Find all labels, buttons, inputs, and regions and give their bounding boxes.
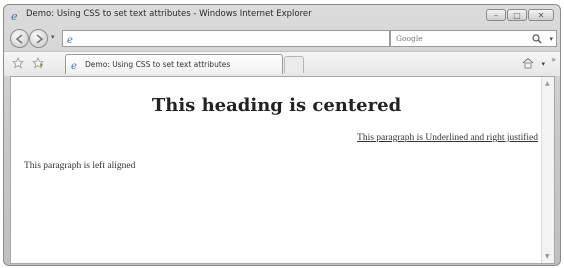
tab-bar: e Demo: Using CSS to set text attributes… bbox=[4, 51, 560, 76]
minimize-button[interactable]: – bbox=[486, 9, 506, 21]
window-title: Demo: Using CSS to set text attributes -… bbox=[26, 9, 312, 19]
home-dropdown-icon[interactable]: ▾ bbox=[541, 60, 545, 68]
search-input[interactable]: Google bbox=[396, 34, 423, 43]
favorites-star-icon[interactable] bbox=[12, 57, 24, 69]
scroll-down-arrow-icon[interactable]: ▼ bbox=[545, 253, 550, 260]
tab-active[interactable]: e Demo: Using CSS to set text attributes bbox=[65, 54, 283, 74]
more-tools-chevron-icon[interactable]: » bbox=[551, 55, 556, 64]
search-box[interactable]: Google ▾ bbox=[390, 30, 557, 47]
back-button[interactable] bbox=[10, 29, 29, 48]
vertical-scrollbar[interactable]: ▲ ▼ bbox=[541, 77, 554, 263]
history-dropdown-icon[interactable]: ▾ bbox=[51, 33, 55, 41]
close-button[interactable]: ✕ bbox=[528, 9, 554, 21]
page-heading: This heading is centered bbox=[151, 95, 402, 116]
forward-button[interactable] bbox=[29, 29, 48, 48]
left-aligned-paragraph: This paragraph is left aligned bbox=[24, 161, 136, 171]
home-icon[interactable] bbox=[522, 57, 534, 69]
svg-text:e: e bbox=[71, 61, 77, 71]
title-bar: e Demo: Using CSS to set text attributes… bbox=[4, 5, 560, 27]
browser-window: e Demo: Using CSS to set text attributes… bbox=[3, 4, 561, 266]
ie-logo-icon: e bbox=[11, 10, 18, 22]
page-content: This heading is centered This paragraph … bbox=[10, 76, 555, 264]
right-justified-paragraph: This paragraph is Underlined and right j… bbox=[357, 133, 538, 143]
tab-label: Demo: Using CSS to set text attributes bbox=[85, 60, 231, 69]
search-options-dropdown-icon[interactable]: ▾ bbox=[549, 35, 553, 43]
maximize-button[interactable]: □ bbox=[507, 9, 527, 21]
scroll-up-arrow-icon[interactable]: ▲ bbox=[545, 80, 550, 87]
window-controls: – □ ✕ bbox=[486, 9, 554, 21]
svg-text:e: e bbox=[11, 10, 18, 22]
forward-arrow-icon bbox=[36, 34, 44, 44]
svg-text:e: e bbox=[67, 35, 73, 45]
navigation-bar: ▾ e ▾ ↻ ✕ Google ▾ bbox=[4, 27, 560, 51]
page-icon: e bbox=[71, 61, 77, 71]
address-bar[interactable]: e ▾ ↻ ✕ bbox=[62, 30, 431, 47]
search-icon[interactable] bbox=[532, 34, 542, 44]
new-tab-button[interactable] bbox=[284, 56, 304, 73]
page-icon: e bbox=[67, 35, 73, 45]
back-arrow-icon bbox=[15, 34, 23, 44]
add-favorites-icon[interactable] bbox=[32, 57, 44, 69]
